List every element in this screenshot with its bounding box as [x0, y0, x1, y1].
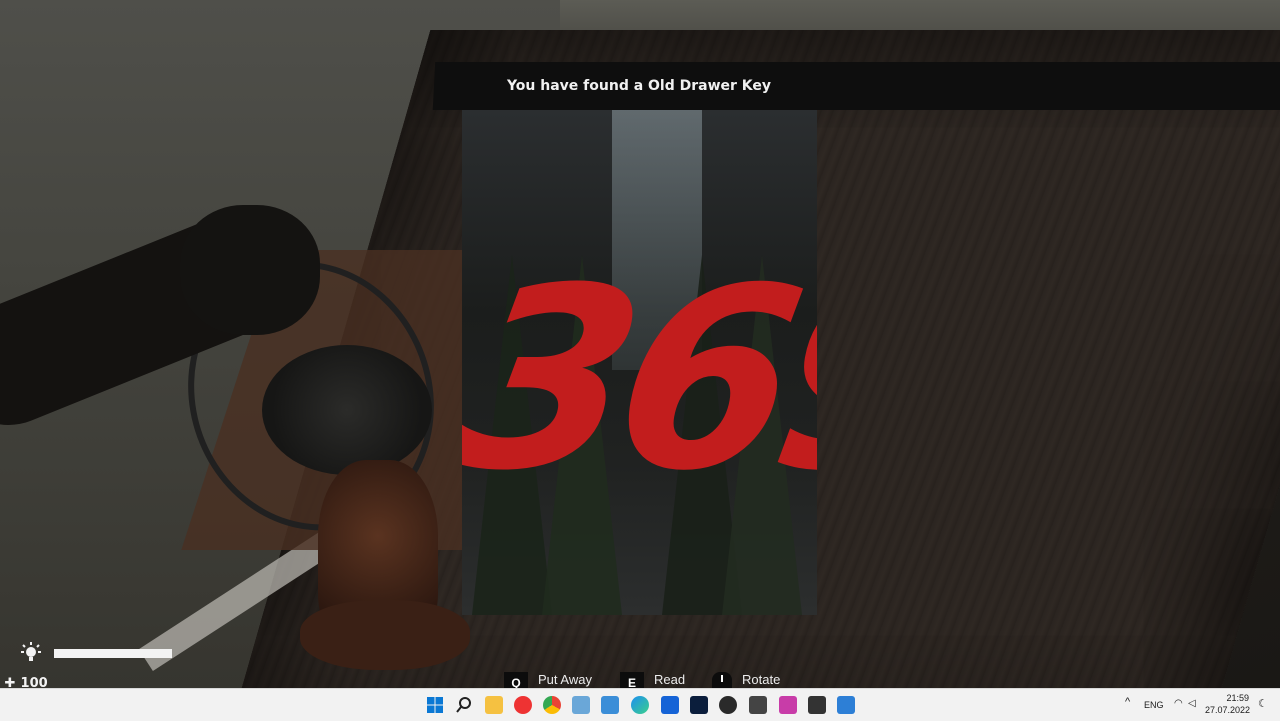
- health-readout: ✚ 100: [4, 676, 48, 688]
- media-player-icon[interactable]: [837, 696, 855, 714]
- health-value: 100: [20, 676, 48, 688]
- clock-date[interactable]: 27.07.2022: [1202, 705, 1250, 715]
- notification-icon[interactable]: ☾: [1258, 697, 1268, 710]
- prompt-rotate: Rotate: [712, 672, 780, 688]
- language-indicator[interactable]: ENG: [1144, 700, 1164, 710]
- mixer-icon[interactable]: [808, 696, 826, 714]
- resolve-icon[interactable]: [719, 696, 737, 714]
- prompt-label: Put Away: [538, 672, 592, 687]
- player-hand: [180, 205, 320, 335]
- search-icon[interactable]: [455, 696, 473, 714]
- inspected-note[interactable]: 369: [462, 110, 817, 615]
- wifi-icon[interactable]: ◠: [1174, 698, 1183, 709]
- clock-time[interactable]: 21:59: [1211, 693, 1249, 703]
- lantern-base: [300, 600, 470, 670]
- chevron-up-icon[interactable]: ^: [1125, 696, 1130, 708]
- prompt-read: E Read: [620, 672, 685, 688]
- file-explorer-icon[interactable]: [485, 696, 503, 714]
- control-prompts: Q Put Away E Read Rotate: [488, 664, 793, 688]
- windows-start-icon[interactable]: [426, 696, 444, 714]
- mail-icon[interactable]: [601, 696, 619, 714]
- prompt-label: Rotate: [742, 672, 781, 687]
- prompt-put-away: Q Put Away: [504, 672, 592, 688]
- prompt-label: Read: [654, 672, 686, 687]
- chrome-icon[interactable]: [543, 696, 561, 714]
- edge-icon[interactable]: [631, 696, 649, 714]
- sun-icon: [21, 642, 41, 661]
- unity-icon[interactable]: [749, 696, 767, 714]
- photoshop-icon[interactable]: [690, 696, 708, 714]
- note-code: 369: [462, 234, 817, 525]
- yandex-browser-icon[interactable]: [514, 696, 532, 714]
- windows-taskbar: ^ ENG ◠ ◁ 21:59 27.07.2022 ☾: [0, 688, 1280, 721]
- light-level-bar: [54, 649, 172, 658]
- photos-icon[interactable]: [572, 696, 590, 714]
- notification-text: You have found a Old Drawer Key: [506, 78, 772, 94]
- plus-icon: ✚: [4, 676, 16, 688]
- game-scene: You have found a Old Drawer Key 369 ✚ 10…: [0, 0, 1280, 688]
- key-q: Q: [504, 672, 528, 688]
- lantern-cap: [262, 345, 432, 475]
- app-icon[interactable]: [779, 696, 797, 714]
- mouse-icon: [712, 672, 732, 688]
- key-e: E: [620, 672, 644, 688]
- volume-icon[interactable]: ◁: [1188, 698, 1196, 709]
- bookmark-icon[interactable]: [661, 696, 679, 714]
